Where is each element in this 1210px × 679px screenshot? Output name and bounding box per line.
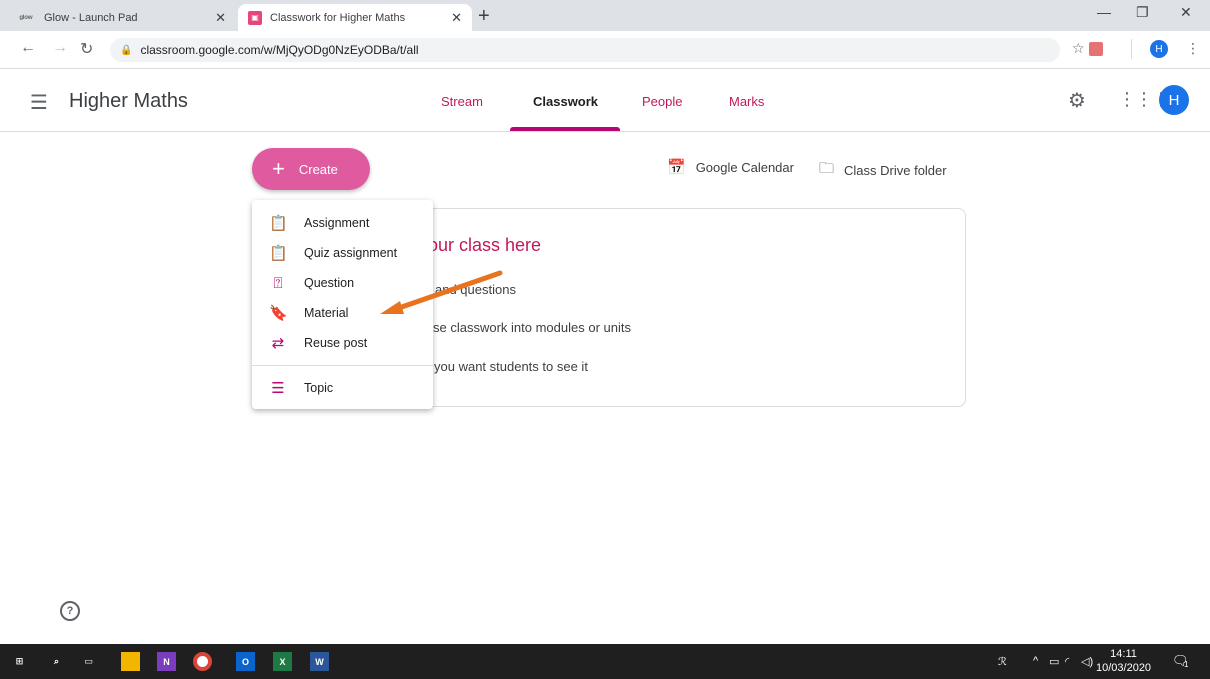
menu-item-label: Material: [304, 306, 349, 320]
windows-taskbar: ⊞ ⌕ ▭ N O X W ℛ ^ ▭ ◜ ◁) 14:11 10/03/202…: [0, 644, 1210, 679]
card-line-2: se classwork into modules or units: [433, 320, 631, 335]
back-icon[interactable]: ←: [20, 39, 36, 57]
folder-icon: 🗀: [819, 160, 835, 177]
new-tab-icon[interactable]: +: [478, 5, 490, 28]
bookmark-star-icon[interactable]: ☆: [1072, 40, 1085, 57]
tab-classwork[interactable]: Classwork: [533, 94, 598, 109]
task-view-icon[interactable]: ▭: [79, 652, 98, 671]
windows-start-icon[interactable]: ⊞: [10, 652, 29, 671]
forward-icon[interactable]: →: [52, 39, 68, 57]
onenote-icon[interactable]: N: [157, 652, 176, 671]
menu-item-quiz-assignment[interactable]: 📋 Quiz assignment: [252, 239, 433, 267]
show-hidden-icons-icon[interactable]: ^: [1033, 655, 1038, 667]
browser-tab-strip: ᵍˡᵒʷ Glow - Launch Pad ✕ ▣ Classwork for…: [0, 0, 1210, 31]
browser-toolbar: ← → ↻ 🔒 classroom.google.com/w/MjQyODg0N…: [0, 31, 1210, 69]
browser-tab-classroom[interactable]: ▣ Classwork for Higher Maths ✕: [238, 4, 472, 31]
tab-marks[interactable]: Marks: [729, 94, 764, 109]
question-icon: ⍰: [273, 274, 283, 292]
reload-icon[interactable]: ↻: [80, 39, 93, 59]
chrome-icon[interactable]: [193, 652, 212, 671]
class-drive-folder-label: Class Drive folder: [844, 163, 947, 178]
file-explorer-icon[interactable]: [121, 652, 140, 671]
help-icon[interactable]: ?: [60, 601, 80, 621]
restore-icon[interactable]: ❐: [1136, 4, 1149, 21]
menu-item-assignment[interactable]: 📋 Assignment: [252, 209, 433, 237]
class-drive-folder-link[interactable]: 🗀 Class Drive folder: [819, 158, 947, 183]
classroom-header: ☰ Higher Maths Stream Classwork People M…: [0, 70, 1210, 132]
calendar-icon: 📅: [667, 159, 686, 176]
quiz-assignment-icon: 📋: [269, 245, 288, 262]
window-close-icon[interactable]: ✕: [1180, 4, 1192, 21]
taskbar-clock[interactable]: 14:11 10/03/2020: [1096, 647, 1151, 675]
glow-icon: ᵍˡᵒʷ: [19, 12, 33, 23]
google-calendar-label: Google Calendar: [695, 159, 794, 175]
plus-icon: +: [272, 156, 285, 181]
tab-title: Classwork for Higher Maths: [270, 11, 406, 24]
menu-item-label: Topic: [304, 381, 334, 395]
tab-title: Glow - Launch Pad: [44, 11, 138, 24]
annotation-arrow-icon: [380, 270, 503, 314]
search-icon[interactable]: ⌕: [47, 652, 66, 671]
excel-icon[interactable]: X: [273, 652, 292, 671]
wifi-icon[interactable]: ◜: [1065, 655, 1069, 668]
account-avatar[interactable]: H: [1159, 85, 1189, 115]
create-button-label: Create: [298, 161, 338, 177]
close-icon[interactable]: ✕: [451, 10, 462, 26]
taskbar-time: 14:11: [1110, 648, 1137, 660]
card-line-3: you want students to see it: [434, 359, 588, 374]
card-title: our class here: [428, 235, 542, 255]
google-calendar-link[interactable]: 📅 Google Calendar: [667, 158, 794, 176]
minimize-icon[interactable]: —: [1097, 4, 1111, 20]
taskbar-date: 10/03/2020: [1096, 662, 1152, 674]
menu-divider: [252, 365, 433, 366]
menu-item-label: Assignment: [304, 216, 370, 230]
browser-tab-glow[interactable]: ᵍˡᵒʷ Glow - Launch Pad ✕: [6, 4, 236, 31]
more-menu-icon[interactable]: ⋮: [1186, 40, 1200, 57]
tab-people[interactable]: People: [642, 94, 682, 109]
battery-icon[interactable]: ▭: [1049, 655, 1059, 668]
topic-icon: ☰: [271, 380, 285, 397]
word-icon[interactable]: W: [310, 652, 329, 671]
assignment-icon: 📋: [269, 215, 288, 232]
address-bar[interactable]: 🔒 classroom.google.com/w/MjQyODg0NzEyODB…: [110, 38, 1060, 62]
menu-item-topic[interactable]: ☰ Topic: [252, 374, 433, 402]
classroom-icon: ▣: [248, 10, 262, 25]
outlook-icon[interactable]: O: [236, 652, 255, 671]
tab-stream[interactable]: Stream: [441, 94, 483, 109]
hamburger-menu-icon[interactable]: ☰: [30, 90, 48, 115]
close-icon[interactable]: ✕: [215, 10, 226, 26]
volume-icon[interactable]: ◁): [1081, 655, 1093, 668]
pdf-extension-icon[interactable]: [1089, 42, 1103, 56]
menu-item-reuse-post[interactable]: ⇄ Reuse post: [252, 329, 433, 357]
menu-item-label: Question: [304, 276, 355, 290]
material-icon: 🔖: [269, 305, 288, 322]
menu-item-label: Quiz assignment: [304, 246, 398, 260]
notification-count: 1: [1184, 660, 1189, 669]
people-icon[interactable]: ℛ: [998, 655, 1007, 668]
browser-profile-avatar[interactable]: H: [1150, 40, 1168, 58]
class-title[interactable]: Higher Maths: [69, 90, 188, 113]
menu-item-label: Reuse post: [304, 336, 368, 350]
toolbar-divider: [1131, 39, 1132, 59]
url-text: classroom.google.com/w/MjQyODg0NzEyODBa/…: [140, 43, 419, 57]
reuse-icon: ⇄: [271, 335, 285, 352]
create-button[interactable]: + Create: [252, 148, 370, 190]
settings-gear-icon[interactable]: ⚙: [1068, 88, 1086, 113]
active-tab-indicator: [510, 127, 620, 131]
lock-icon: 🔒: [120, 44, 133, 56]
